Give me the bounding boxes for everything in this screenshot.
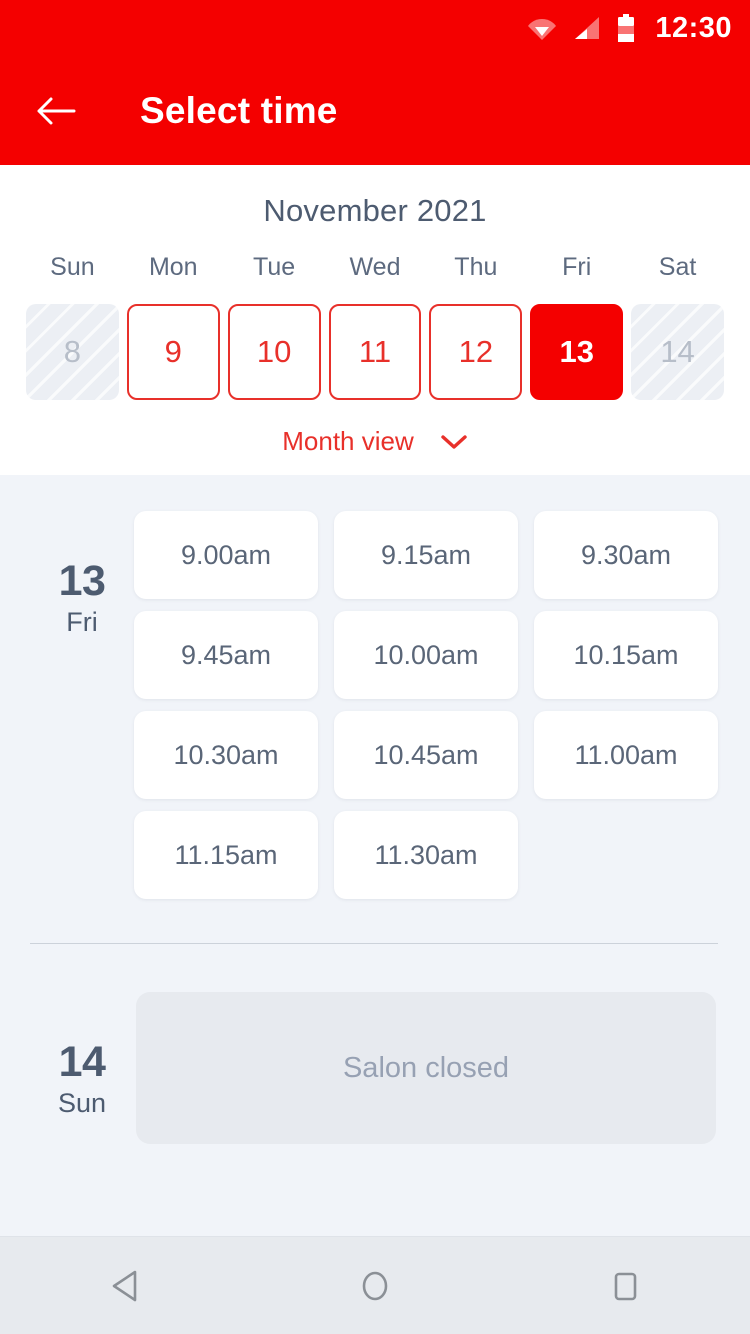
day-stamp: 14 Sun (30, 992, 134, 1144)
calendar-day-14: 14 (631, 304, 724, 400)
calendar-month-label: November 2021 (263, 193, 487, 228)
month-view-toggle[interactable]: Month view (0, 426, 750, 457)
weekday-label: Sat (658, 253, 697, 281)
weekday-label: Mon (148, 253, 198, 281)
calendar-day-11[interactable]: 11 (328, 304, 422, 400)
calendar-weekday-row: Sun Mon Tue Wed Thu Fri Sat (0, 253, 750, 304)
android-nav-bar (0, 1236, 750, 1334)
time-slot[interactable]: 9.15am (334, 511, 518, 599)
schedule-day-14: 14 Sun Salon closed (0, 944, 750, 1144)
weekday-label: Tue (253, 253, 296, 281)
schedule-area: 13 Fri 9.00am 9.15am 9.30am 9.45am 10.00… (0, 475, 750, 1236)
calendar-day-8: 8 (26, 304, 119, 400)
nav-home-button[interactable] (330, 1251, 420, 1321)
nav-back-icon (107, 1267, 143, 1305)
day-stamp-number: 14 (58, 1038, 106, 1086)
calendar-day-9[interactable]: 9 (126, 304, 220, 400)
signal-icon (573, 15, 601, 41)
page-title: Select time (140, 89, 338, 131)
day-stamp-name: Fri (66, 607, 98, 638)
time-slot[interactable]: 11.30am (334, 811, 518, 899)
nav-back-button[interactable] (80, 1251, 170, 1321)
time-slot[interactable]: 9.00am (134, 511, 318, 599)
schedule-day-13: 13 Fri 9.00am 9.15am 9.30am 9.45am 10.00… (0, 475, 750, 899)
nav-recents-icon (608, 1267, 642, 1305)
app-bar: Select time (0, 56, 750, 165)
chevron-down-icon (440, 433, 468, 451)
day-stamp-number: 13 (58, 557, 106, 605)
month-view-label: Month view (282, 426, 414, 456)
wifi-icon (527, 15, 557, 41)
time-slot[interactable]: 10.15am (534, 611, 718, 699)
battery-icon (617, 14, 635, 42)
day-stamp: 13 Fri (30, 511, 134, 899)
weekday-label: Thu (454, 253, 498, 281)
nav-recents-button[interactable] (580, 1251, 670, 1321)
calendar-days-row: 8 9 10 11 12 13 14 (0, 304, 750, 400)
calendar-panel: November 2021 Sun Mon Tue Wed Thu Fri Sa… (0, 165, 750, 475)
time-slot-grid: 9.00am 9.15am 9.30am 9.45am 10.00am 10.1… (134, 511, 718, 899)
time-slot[interactable]: 10.00am (334, 611, 518, 699)
day-stamp-name: Sun (57, 1088, 107, 1119)
time-slot[interactable]: 11.00am (534, 711, 718, 799)
status-time: 12:30 (655, 11, 732, 44)
arrow-left-icon (36, 94, 76, 128)
nav-home-icon (357, 1266, 393, 1306)
status-bar: 12:30 (0, 0, 750, 56)
phone-screen: 12:30 Select time November 2021 Sun Mon … (0, 0, 750, 1334)
back-button[interactable] (34, 89, 78, 133)
weekday-label: Fri (562, 253, 592, 281)
calendar-day-12[interactable]: 12 (429, 304, 523, 400)
calendar-day-13[interactable]: 13 (530, 304, 624, 400)
status-icons (527, 14, 635, 42)
weekday-label: Sun (50, 253, 95, 281)
time-slot[interactable]: 10.45am (334, 711, 518, 799)
calendar-day-10[interactable]: 10 (227, 304, 321, 400)
time-slot[interactable]: 9.45am (134, 611, 318, 699)
time-slot[interactable]: 9.30am (534, 511, 718, 599)
weekday-label: Wed (349, 253, 401, 281)
time-slot[interactable]: 11.15am (134, 811, 318, 899)
salon-closed-card: Salon closed (136, 992, 716, 1144)
time-slot[interactable]: 10.30am (134, 711, 318, 799)
